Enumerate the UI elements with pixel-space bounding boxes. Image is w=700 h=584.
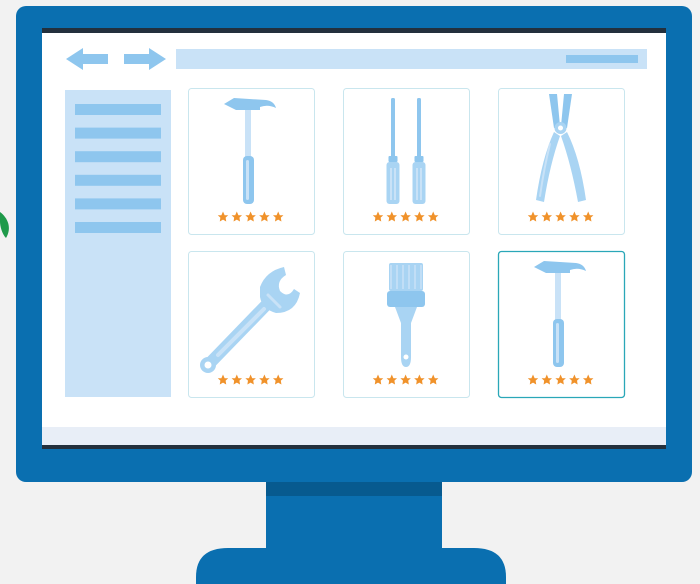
navigation-bar	[66, 48, 647, 70]
product-card-hammer[interactable]	[188, 88, 315, 235]
monitor-neck-shadow	[266, 480, 442, 496]
product-card-border	[498, 88, 625, 235]
product-card-border	[343, 88, 470, 235]
product-card-adjustable-wrench[interactable]	[188, 251, 315, 398]
monitor-base	[196, 548, 506, 584]
product-card-pliers[interactable]	[498, 88, 625, 235]
sidebar	[65, 90, 171, 397]
screen-footer	[42, 427, 666, 445]
sidebar-item-4[interactable]	[75, 174, 161, 186]
product-card-screwdrivers[interactable]	[343, 88, 470, 235]
sidebar-item-5[interactable]	[75, 198, 161, 210]
sidebar-item-2[interactable]	[75, 127, 161, 139]
monitor-illustration	[0, 6, 692, 584]
product-card-paint-brush[interactable]	[343, 251, 470, 398]
sidebar-item-3[interactable]	[75, 151, 161, 163]
sidebar-item-6[interactable]	[75, 222, 161, 233]
product-card-hammer[interactable]	[497, 250, 626, 399]
monitor-stand	[196, 470, 506, 584]
sidebar-item-1[interactable]	[75, 104, 161, 115]
leaf-icon	[0, 212, 9, 238]
address-bar-go[interactable]	[566, 55, 638, 63]
